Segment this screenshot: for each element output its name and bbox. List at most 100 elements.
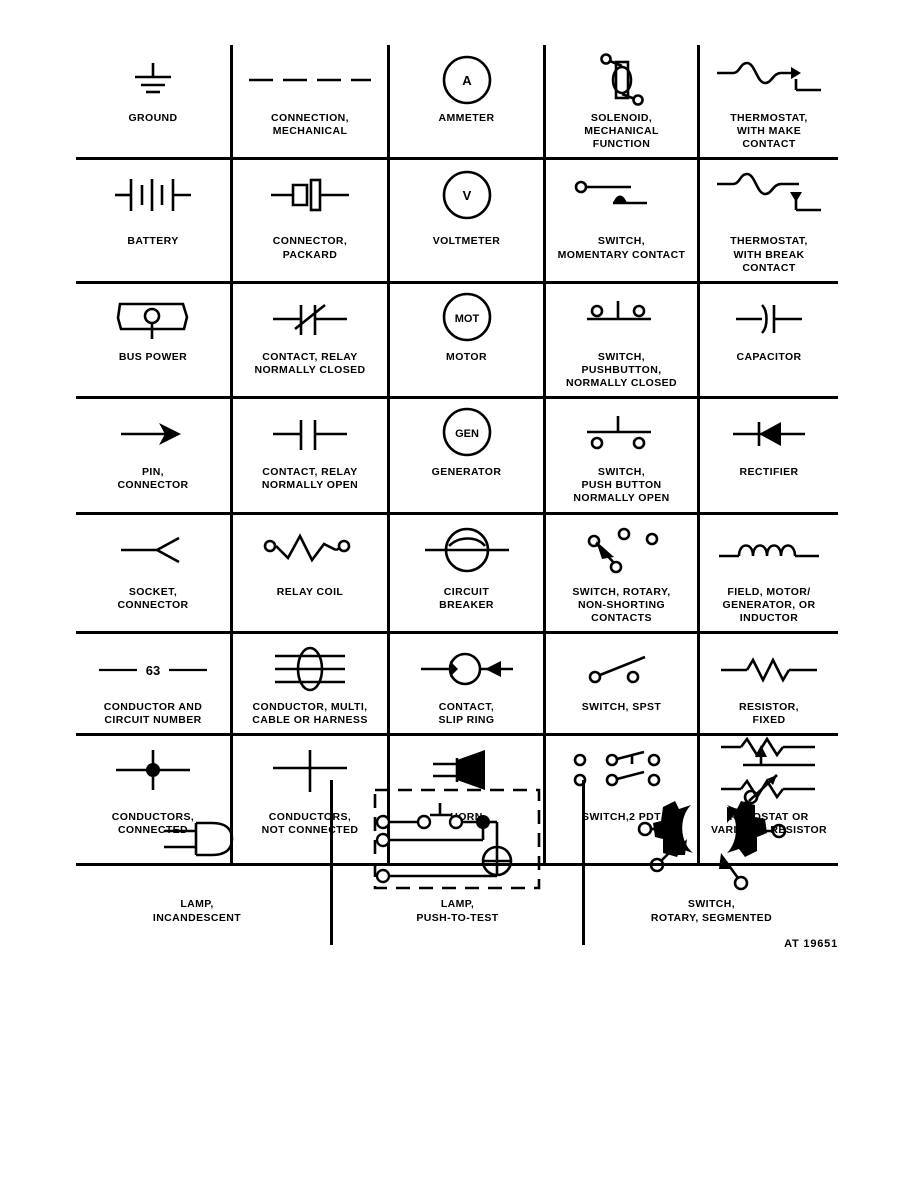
contact-slip-ring-symbol	[394, 641, 539, 697]
symbol-cell-switch-pb-no: SWITCH, PUSH BUTTON NORMALLY OPEN	[546, 399, 700, 512]
symbol-cell-capacitor: CAPACITOR	[700, 284, 838, 396]
socket-connector-symbol	[80, 522, 226, 578]
symbol-cell-connection-mechanical: CONNECTION, MECHANICAL	[233, 45, 390, 158]
symbol-cell-rectifier: RECTIFIER	[700, 399, 838, 511]
symbol-cell-ammeter: A AMMETER	[390, 45, 546, 158]
ammeter-symbol: A	[394, 52, 539, 108]
generator-symbol: GEN	[394, 406, 539, 462]
thermostat-make-contact-symbol	[704, 52, 834, 108]
symbol-cell-lamp-incandescent: LAMP, INCANDESCENT	[76, 780, 330, 945]
symbol-cell-thermostat-break: THERMOSTAT, WITH BREAK CONTACT	[700, 160, 838, 280]
lamp-incandescent-symbol	[76, 780, 330, 898]
symbol-cell-contact-relay-no: CONTACT, RELAY NORMALLY OPEN	[233, 399, 390, 512]
symbol-label: SWITCH, PUSHBUTTON, NORMALLY CLOSED	[565, 350, 677, 389]
symbol-cell-lamp-push-to-test: LAMP, PUSH-TO-TEST	[330, 780, 585, 945]
table-row: GROUND CONNECTION, MECHANICAL A AMMETER …	[76, 45, 838, 161]
symbol-label: BUS POWER	[118, 350, 188, 363]
symbol-cell-switch-momentary: SWITCH, MOMENTARY CONTACT	[546, 160, 700, 281]
conductor-multi-cable-harness-symbol	[237, 641, 383, 697]
symbol-label: SWITCH, PUSH BUTTON NORMALLY OPEN	[573, 466, 670, 505]
symbol-label: CAPACITOR	[736, 350, 802, 363]
voltmeter-symbol: V	[394, 167, 539, 223]
symbol-table: GROUND CONNECTION, MECHANICAL A AMMETER …	[76, 45, 838, 867]
symbol-label: CONNECTOR, PACKARD	[272, 235, 348, 261]
table-row: SOCKET, CONNECTOR RELAY COIL CIRCUIT BRE…	[76, 514, 838, 634]
symbol-label: CONDUCTOR AND CIRCUIT NUMBER	[103, 700, 203, 726]
capacitor-symbol	[704, 291, 834, 347]
solenoid-mechanical-function-symbol	[550, 52, 693, 108]
symbol-label: PIN, CONNECTOR	[117, 466, 189, 492]
symbol-cell-switch-rotary-segmented: SWITCH, ROTARY, SEGMENTED	[585, 780, 838, 945]
rectifier-symbol	[704, 406, 834, 462]
symbol-label: GENERATOR	[431, 466, 502, 479]
symbol-label: GROUND	[128, 112, 178, 124]
symbol-label: RESISTOR, FIXED	[738, 700, 799, 726]
symbol-label: THERMOSTAT, WITH MAKE CONTACT	[730, 112, 808, 151]
symbol-label: THERMOSTAT, WITH BREAK CONTACT	[730, 235, 808, 274]
symbol-label: SWITCH, ROTARY, SEGMENTED	[650, 898, 773, 924]
symbol-cell-battery: BATTERY	[76, 160, 233, 281]
symbol-label: CONNECTION, MECHANICAL	[271, 112, 349, 138]
field-motor-generator-inductor-symbol	[704, 522, 834, 578]
relay-coil-symbol	[237, 522, 383, 578]
symbol-label: VOLTMETER	[432, 235, 501, 248]
packard-connector-symbol	[237, 167, 383, 223]
symbol-label: BATTERY	[127, 235, 179, 248]
mechanical-connection-dashed-line-symbol	[237, 52, 383, 108]
symbol-cell-circuit-breaker: CIRCUIT BREAKER	[390, 514, 546, 631]
symbol-label: SOLENOID, MECHANICAL FUNCTION	[584, 112, 659, 151]
figure-code: AT 19651	[784, 938, 838, 950]
symbol-label: SOCKET, CONNECTOR	[117, 585, 189, 611]
symbol-label: CONDUCTOR, MULTI, CABLE OR HARNESS	[252, 700, 368, 726]
pin-connector-symbol	[80, 406, 226, 462]
switch-spst-symbol	[550, 641, 693, 697]
ground-symbol	[80, 52, 226, 108]
symbol-cell-contact-slip-ring: CONTACT, SLIP RING	[390, 633, 546, 734]
symbol-cell-socket-connector: SOCKET, CONNECTOR	[76, 514, 233, 631]
symbol-label: CONTACT, SLIP RING	[438, 700, 495, 726]
symbol-label: SWITCH, MOMENTARY CONTACT	[557, 235, 686, 261]
symbol-cell-field-inductor: FIELD, MOTOR/ GENERATOR, OR INDUCTOR	[700, 515, 838, 631]
symbol-label: MOTOR	[446, 350, 487, 363]
lamp-push-to-test-symbol	[333, 780, 582, 898]
table-row: BATTERY CONNECTOR, PACKARD V VOLTMETER S…	[76, 160, 838, 284]
symbol-cell-motor: MOT MOTOR	[390, 283, 546, 397]
symbol-cell-switch-rotary-nonshorting: SWITCH, ROTARY, NON-SHORTING CONTACTS	[546, 514, 700, 631]
motor-symbol: MOT	[394, 291, 539, 347]
symbol-cell-connector-packard: CONNECTOR, PACKARD	[233, 160, 390, 281]
symbol-label: LAMP, INCANDESCENT	[152, 898, 242, 924]
symbol-cell-bus-power: BUS POWER	[76, 283, 233, 397]
switch-pushbutton-normally-closed-symbol	[550, 291, 693, 347]
symbol-cell-contact-relay-nc: CONTACT, RELAY NORMALLY CLOSED	[233, 283, 390, 397]
table-row: 63 CONDUCTOR AND CIRCUIT NUMBER CONDUCTO…	[76, 633, 838, 737]
motor-letters: MOT	[454, 313, 479, 325]
symbol-cell-thermostat-make: THERMOSTAT, WITH MAKE CONTACT	[700, 45, 838, 157]
contact-relay-normally-open-symbol	[237, 406, 383, 462]
symbol-cell-ground: GROUND	[76, 45, 233, 158]
circuit-breaker-symbol	[394, 522, 539, 578]
symbol-label: SWITCH, SPST	[581, 700, 662, 713]
symbol-label: RECTIFIER	[739, 466, 799, 479]
symbol-label: FIELD, MOTOR/ GENERATOR, OR INDUCTOR	[722, 585, 816, 624]
symbol-label: CIRCUIT BREAKER	[439, 585, 494, 611]
generator-letters: GEN	[455, 428, 479, 440]
symbol-cell-switch-pb-nc: SWITCH, PUSHBUTTON, NORMALLY CLOSED	[546, 283, 700, 397]
symbol-label: CONTACT, RELAY NORMALLY CLOSED	[254, 350, 366, 376]
symbol-cell-voltmeter: V VOLTMETER	[390, 160, 546, 281]
symbol-cell-switch-spst: SWITCH, SPST	[546, 633, 700, 734]
table-row: PIN, CONNECTOR CONTACT, RELAY NORMALLY O…	[76, 399, 838, 515]
bus-power-symbol	[80, 291, 226, 347]
ammeter-letter: A	[462, 73, 472, 88]
table-row: BUS POWER CONTACT, RELAY NORMALLY CLOSED	[76, 283, 838, 400]
symbol-cell-relay-coil: RELAY COIL	[233, 514, 390, 631]
symbol-cell-conductor-circuit-number: 63 CONDUCTOR AND CIRCUIT NUMBER	[76, 633, 233, 734]
symbol-cell-generator: GEN GENERATOR	[390, 399, 546, 512]
thermostat-break-contact-symbol	[704, 167, 834, 223]
symbol-label: CONTACT, RELAY NORMALLY OPEN	[261, 466, 359, 492]
conductor-circuit-number-symbol: 63	[80, 641, 226, 697]
symbol-label: AMMETER	[438, 112, 495, 124]
resistor-fixed-symbol	[704, 641, 834, 697]
contact-relay-normally-closed-symbol	[237, 291, 383, 347]
symbol-label: RELAY COIL	[276, 585, 344, 598]
symbol-cell-pin-connector: PIN, CONNECTOR	[76, 399, 233, 512]
